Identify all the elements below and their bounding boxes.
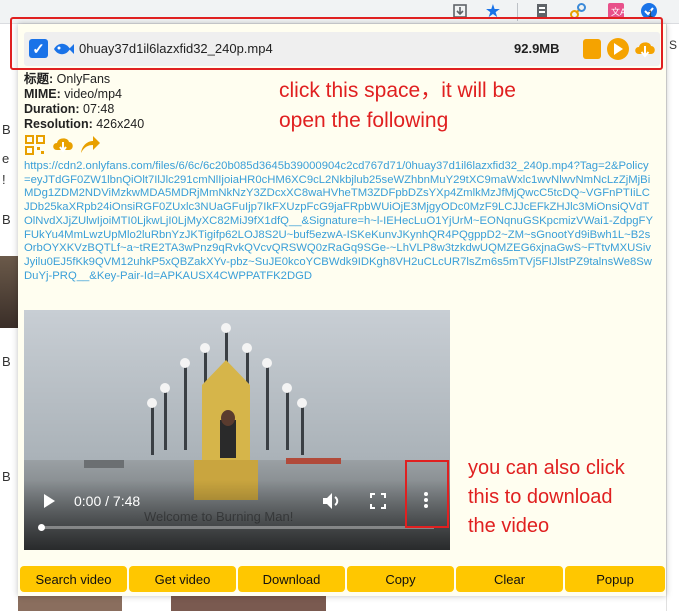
video-player[interactable]: Welcome to Burning Man! 0:00 / 7:48 <box>24 310 450 550</box>
bookmark-star-icon[interactable]: ★ <box>481 0 505 22</box>
clear-button[interactable]: Clear <box>456 566 563 592</box>
play-circle-icon[interactable] <box>607 38 629 60</box>
fullscreen-icon[interactable] <box>370 493 386 509</box>
background-thumbnail <box>0 256 18 328</box>
cloud-download-icon[interactable] <box>52 135 73 155</box>
extension-badge: 1 <box>648 9 654 19</box>
background-page-right: S <box>666 24 679 611</box>
duration-label: Duration: <box>24 102 80 116</box>
title-value: OnlyFans <box>56 72 111 86</box>
get-video-button[interactable]: Get video <box>129 566 236 592</box>
video-downloader-popup: ✓ 0huay37d1il6lazxfid32_240p.mp4 92.9MB … <box>18 24 666 596</box>
file-name[interactable]: 0huay37d1il6lazxfid32_240p.mp4 <box>79 41 273 56</box>
qr-code-icon[interactable] <box>25 135 45 155</box>
background-text: S <box>669 38 678 52</box>
video-item-row[interactable]: ✓ 0huay37d1il6lazxfid32_240p.mp4 92.9MB <box>24 32 660 66</box>
annotation-text: you can also click <box>468 457 625 479</box>
mime-label: MIME: <box>24 87 61 101</box>
video-progress-bar[interactable] <box>38 524 434 531</box>
annotation-text: click this space，it will be <box>279 79 516 102</box>
background-text: B <box>2 122 11 137</box>
mime-line: MIME: video/mp4 <box>24 87 144 102</box>
background-text: ! <box>2 172 6 187</box>
video-info: 标题: OnlyFans MIME: video/mp4 Duration: 0… <box>24 72 144 132</box>
fish-logo-icon <box>52 39 74 59</box>
background-page-bottom <box>18 596 666 611</box>
background-thumbnail <box>171 596 326 611</box>
play-icon[interactable] <box>42 494 56 508</box>
translate-icon[interactable]: 文A <box>604 0 628 22</box>
video-time: 0:00 / 7:48 <box>74 493 141 509</box>
extensions-icon[interactable] <box>531 0 555 22</box>
progress-handle[interactable] <box>38 524 45 531</box>
volume-icon[interactable] <box>322 492 342 510</box>
annotation-text: open the following <box>279 109 449 132</box>
resolution-value: 426x240 <box>96 117 145 131</box>
mime-value: video/mp4 <box>64 87 122 101</box>
title-line: 标题: OnlyFans <box>24 72 144 87</box>
popup-button[interactable]: Popup <box>565 566 665 592</box>
resolution-label: Resolution: <box>24 117 93 131</box>
file-size: 92.9MB <box>514 41 560 56</box>
toolbar-separator <box>517 3 518 21</box>
svg-text:文A: 文A <box>611 6 625 18</box>
background-text: B <box>2 354 11 369</box>
background-thumbnail <box>18 596 122 611</box>
video-url-link[interactable]: https://cdn2.onlyfans.com/files/6/6c/6c2… <box>24 160 654 283</box>
duration-line: Duration: 07:48 <box>24 102 144 117</box>
annotation-bottom: you can also click this to download the … <box>468 454 625 541</box>
video-subtitle: Welcome to Burning Man! <box>144 509 294 524</box>
download-button[interactable]: Download <box>238 566 345 592</box>
browser-toolbar: ★ 文A 1 <box>0 0 679 24</box>
copy-button[interactable]: Copy <box>347 566 454 592</box>
cloud-download-icon[interactable] <box>633 38 657 60</box>
search-video-button[interactable]: Search video <box>20 566 127 592</box>
background-text: B <box>2 212 11 227</box>
background-page-left: B e ! B B B <box>0 24 18 611</box>
annotation-highlight-more <box>405 460 449 528</box>
annotation-text: this to download <box>468 486 613 508</box>
screen: ★ 文A 1 B e ! B B B S ✓ 0huay37d1il6lazxf… <box>0 0 679 611</box>
background-text: e <box>2 151 10 166</box>
download-page-icon[interactable] <box>448 0 472 22</box>
document-icon[interactable] <box>583 39 601 59</box>
share-arrow-icon[interactable] <box>79 135 100 155</box>
background-text: B <box>2 469 11 484</box>
select-checkbox[interactable]: ✓ <box>29 39 48 58</box>
duration-value: 07:48 <box>83 102 115 116</box>
title-label: 标题: <box>24 72 54 86</box>
action-buttons: Search video Get video Download Copy Cle… <box>20 566 666 592</box>
link-icon[interactable] <box>566 0 590 22</box>
annotation-text: the video <box>468 515 550 537</box>
resolution-line: Resolution: 426x240 <box>24 117 144 132</box>
annotation-top: click this space，it will be open the fol… <box>279 76 516 136</box>
